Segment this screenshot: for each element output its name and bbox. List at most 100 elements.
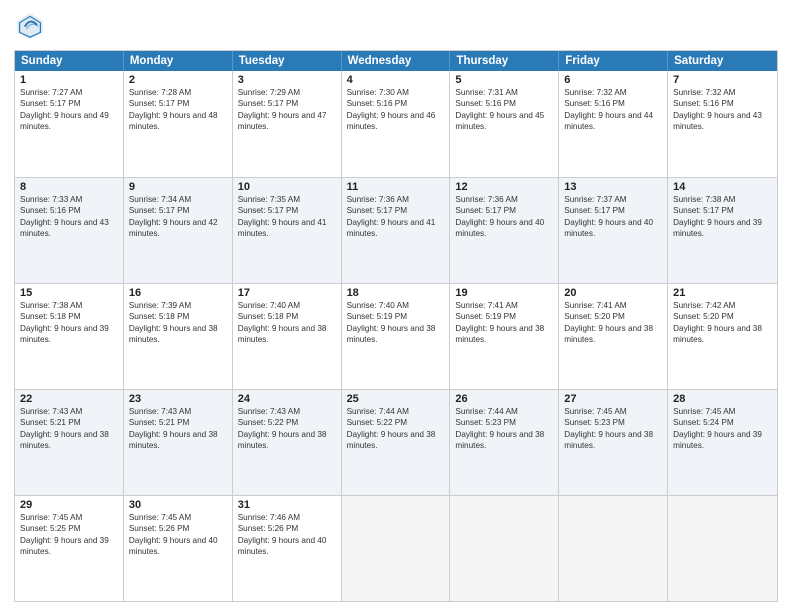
sunrise-time: Sunrise: 7:30 AM xyxy=(347,87,445,98)
day-number: 26 xyxy=(455,393,553,405)
empty-cell xyxy=(450,496,559,601)
sunset-time: Sunset: 5:16 PM xyxy=(564,98,662,109)
day-cell-24: 24Sunrise: 7:43 AMSunset: 5:22 PMDayligh… xyxy=(233,390,342,495)
calendar: SundayMondayTuesdayWednesdayThursdayFrid… xyxy=(14,50,778,602)
day-cell-28: 28Sunrise: 7:45 AMSunset: 5:24 PMDayligh… xyxy=(668,390,777,495)
daylight-hours: Daylight: 9 hours and 40 minutes. xyxy=(129,535,227,558)
sunrise-time: Sunrise: 7:43 AM xyxy=(20,406,118,417)
sunrise-time: Sunrise: 7:45 AM xyxy=(129,512,227,523)
sunset-time: Sunset: 5:21 PM xyxy=(20,417,118,428)
day-cell-16: 16Sunrise: 7:39 AMSunset: 5:18 PMDayligh… xyxy=(124,284,233,389)
daylight-hours: Daylight: 9 hours and 38 minutes. xyxy=(129,323,227,346)
sunset-time: Sunset: 5:19 PM xyxy=(347,311,445,322)
daylight-hours: Daylight: 9 hours and 49 minutes. xyxy=(20,110,118,133)
day-number: 20 xyxy=(564,287,662,299)
day-cell-20: 20Sunrise: 7:41 AMSunset: 5:20 PMDayligh… xyxy=(559,284,668,389)
calendar-week-4: 22Sunrise: 7:43 AMSunset: 5:21 PMDayligh… xyxy=(15,389,777,495)
sunrise-time: Sunrise: 7:27 AM xyxy=(20,87,118,98)
day-cell-14: 14Sunrise: 7:38 AMSunset: 5:17 PMDayligh… xyxy=(668,178,777,283)
sunrise-time: Sunrise: 7:36 AM xyxy=(455,194,553,205)
daylight-hours: Daylight: 9 hours and 38 minutes. xyxy=(455,323,553,346)
day-number: 1 xyxy=(20,74,118,86)
sunset-time: Sunset: 5:21 PM xyxy=(129,417,227,428)
daylight-hours: Daylight: 9 hours and 39 minutes. xyxy=(20,323,118,346)
day-number: 17 xyxy=(238,287,336,299)
day-number: 29 xyxy=(20,499,118,511)
daylight-hours: Daylight: 9 hours and 38 minutes. xyxy=(347,323,445,346)
day-cell-31: 31Sunrise: 7:46 AMSunset: 5:26 PMDayligh… xyxy=(233,496,342,601)
weekday-header-monday: Monday xyxy=(124,51,233,71)
day-cell-21: 21Sunrise: 7:42 AMSunset: 5:20 PMDayligh… xyxy=(668,284,777,389)
day-cell-23: 23Sunrise: 7:43 AMSunset: 5:21 PMDayligh… xyxy=(124,390,233,495)
daylight-hours: Daylight: 9 hours and 40 minutes. xyxy=(238,535,336,558)
daylight-hours: Daylight: 9 hours and 43 minutes. xyxy=(20,217,118,240)
daylight-hours: Daylight: 9 hours and 48 minutes. xyxy=(129,110,227,133)
day-number: 11 xyxy=(347,181,445,193)
daylight-hours: Daylight: 9 hours and 45 minutes. xyxy=(455,110,553,133)
sunrise-time: Sunrise: 7:45 AM xyxy=(564,406,662,417)
day-cell-19: 19Sunrise: 7:41 AMSunset: 5:19 PMDayligh… xyxy=(450,284,559,389)
daylight-hours: Daylight: 9 hours and 41 minutes. xyxy=(347,217,445,240)
sunset-time: Sunset: 5:22 PM xyxy=(347,417,445,428)
sunset-time: Sunset: 5:20 PM xyxy=(673,311,772,322)
weekday-header-friday: Friday xyxy=(559,51,668,71)
calendar-header: SundayMondayTuesdayWednesdayThursdayFrid… xyxy=(15,51,777,71)
day-cell-17: 17Sunrise: 7:40 AMSunset: 5:18 PMDayligh… xyxy=(233,284,342,389)
day-number: 4 xyxy=(347,74,445,86)
calendar-week-2: 8Sunrise: 7:33 AMSunset: 5:16 PMDaylight… xyxy=(15,177,777,283)
sunrise-time: Sunrise: 7:28 AM xyxy=(129,87,227,98)
sunrise-time: Sunrise: 7:38 AM xyxy=(673,194,772,205)
sunset-time: Sunset: 5:17 PM xyxy=(238,98,336,109)
day-number: 24 xyxy=(238,393,336,405)
sunrise-time: Sunrise: 7:35 AM xyxy=(238,194,336,205)
sunset-time: Sunset: 5:17 PM xyxy=(20,98,118,109)
empty-cell xyxy=(668,496,777,601)
daylight-hours: Daylight: 9 hours and 39 minutes. xyxy=(673,429,772,452)
sunset-time: Sunset: 5:17 PM xyxy=(673,205,772,216)
daylight-hours: Daylight: 9 hours and 38 minutes. xyxy=(564,323,662,346)
sunset-time: Sunset: 5:17 PM xyxy=(129,205,227,216)
weekday-header-sunday: Sunday xyxy=(15,51,124,71)
day-number: 10 xyxy=(238,181,336,193)
day-cell-18: 18Sunrise: 7:40 AMSunset: 5:19 PMDayligh… xyxy=(342,284,451,389)
sunrise-time: Sunrise: 7:41 AM xyxy=(455,300,553,311)
daylight-hours: Daylight: 9 hours and 46 minutes. xyxy=(347,110,445,133)
day-number: 7 xyxy=(673,74,772,86)
day-number: 5 xyxy=(455,74,553,86)
sunset-time: Sunset: 5:25 PM xyxy=(20,523,118,534)
day-number: 31 xyxy=(238,499,336,511)
day-cell-3: 3Sunrise: 7:29 AMSunset: 5:17 PMDaylight… xyxy=(233,71,342,177)
weekday-header-saturday: Saturday xyxy=(668,51,777,71)
empty-cell xyxy=(559,496,668,601)
logo xyxy=(14,10,50,42)
sunset-time: Sunset: 5:17 PM xyxy=(347,205,445,216)
sunrise-time: Sunrise: 7:44 AM xyxy=(455,406,553,417)
day-number: 13 xyxy=(564,181,662,193)
daylight-hours: Daylight: 9 hours and 38 minutes. xyxy=(238,323,336,346)
day-cell-25: 25Sunrise: 7:44 AMSunset: 5:22 PMDayligh… xyxy=(342,390,451,495)
weekday-header-wednesday: Wednesday xyxy=(342,51,451,71)
logo-icon xyxy=(14,10,46,42)
header xyxy=(14,10,778,42)
sunrise-time: Sunrise: 7:32 AM xyxy=(673,87,772,98)
sunset-time: Sunset: 5:26 PM xyxy=(238,523,336,534)
daylight-hours: Daylight: 9 hours and 47 minutes. xyxy=(238,110,336,133)
daylight-hours: Daylight: 9 hours and 39 minutes. xyxy=(673,217,772,240)
daylight-hours: Daylight: 9 hours and 38 minutes. xyxy=(564,429,662,452)
sunset-time: Sunset: 5:22 PM xyxy=(238,417,336,428)
daylight-hours: Daylight: 9 hours and 38 minutes. xyxy=(673,323,772,346)
day-cell-1: 1Sunrise: 7:27 AMSunset: 5:17 PMDaylight… xyxy=(15,71,124,177)
sunrise-time: Sunrise: 7:33 AM xyxy=(20,194,118,205)
day-number: 18 xyxy=(347,287,445,299)
day-number: 22 xyxy=(20,393,118,405)
calendar-week-1: 1Sunrise: 7:27 AMSunset: 5:17 PMDaylight… xyxy=(15,71,777,177)
sunset-time: Sunset: 5:17 PM xyxy=(455,205,553,216)
sunset-time: Sunset: 5:23 PM xyxy=(564,417,662,428)
sunrise-time: Sunrise: 7:43 AM xyxy=(129,406,227,417)
sunset-time: Sunset: 5:18 PM xyxy=(238,311,336,322)
sunset-time: Sunset: 5:16 PM xyxy=(347,98,445,109)
sunset-time: Sunset: 5:16 PM xyxy=(20,205,118,216)
daylight-hours: Daylight: 9 hours and 43 minutes. xyxy=(673,110,772,133)
daylight-hours: Daylight: 9 hours and 41 minutes. xyxy=(238,217,336,240)
day-cell-2: 2Sunrise: 7:28 AMSunset: 5:17 PMDaylight… xyxy=(124,71,233,177)
